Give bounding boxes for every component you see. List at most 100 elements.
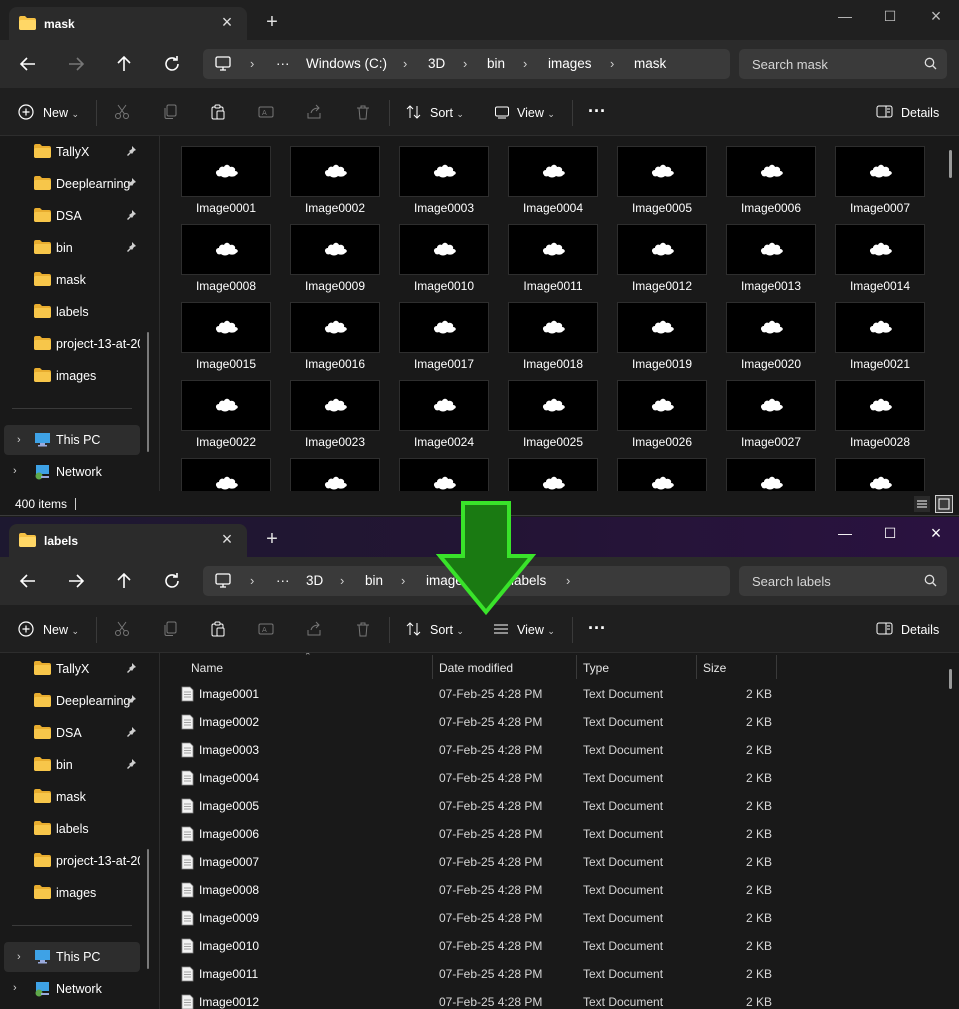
thumbnail-item[interactable] bbox=[398, 448, 490, 491]
breadcrumb-item[interactable]: 3D bbox=[306, 573, 323, 588]
details-pane-icon[interactable] bbox=[876, 621, 893, 639]
sidebar-item-tallyx[interactable]: TallyX bbox=[0, 140, 160, 164]
sidebar-item-deeplearning[interactable]: Deeplearning bbox=[0, 172, 160, 196]
thumbnail-item[interactable]: Image0021 bbox=[834, 292, 926, 371]
view-button[interactable]: View ⌄ bbox=[517, 106, 555, 120]
thumbnail-item[interactable] bbox=[616, 448, 708, 491]
thumbnail-item[interactable]: Image0003 bbox=[398, 136, 490, 215]
thumbnail-item[interactable]: Image0010 bbox=[398, 214, 490, 293]
minimize-icon[interactable]: — bbox=[830, 6, 860, 26]
thumbnail-item[interactable]: Image0026 bbox=[616, 370, 708, 449]
breadcrumb-item[interactable]: bin bbox=[487, 56, 505, 71]
file-row[interactable]: Image0010 07-Feb-25 4:28 PM Text Document 2… bbox=[160, 932, 950, 960]
thumbnail-item[interactable]: Image0013 bbox=[725, 214, 817, 293]
new-tab-button[interactable]: + bbox=[262, 12, 282, 32]
details-button[interactable]: Details bbox=[901, 106, 939, 120]
maximize-icon[interactable]: ☐ bbox=[875, 523, 905, 543]
sidebar-item-tallyx[interactable]: TallyX bbox=[0, 657, 160, 681]
breadcrumb-item[interactable]: Windows (C:) bbox=[306, 56, 387, 71]
search-input[interactable]: Search mask bbox=[739, 49, 947, 79]
paste-icon[interactable] bbox=[210, 104, 226, 123]
large-icons-view-icon[interactable] bbox=[935, 495, 953, 513]
file-row[interactable]: Image0002 07-Feb-25 4:28 PM Text Document 2… bbox=[160, 708, 950, 736]
file-row[interactable]: Image0004 07-Feb-25 4:28 PM Text Document 2… bbox=[160, 764, 950, 792]
sidebar-scrollbar[interactable] bbox=[147, 849, 149, 969]
thumbnail-item[interactable]: Image0004 bbox=[507, 136, 599, 215]
thumbnail-item[interactable]: Image0018 bbox=[507, 292, 599, 371]
back-arrow-icon[interactable] bbox=[16, 569, 40, 593]
sidebar-item-images[interactable]: images bbox=[0, 364, 160, 388]
tab-labels[interactable]: labels × bbox=[9, 524, 247, 558]
cut-icon[interactable] bbox=[114, 621, 130, 640]
copy-icon[interactable] bbox=[162, 104, 178, 123]
thumbnail-item[interactable]: Image0009 bbox=[289, 214, 381, 293]
thumbnail-item[interactable]: Image0007 bbox=[834, 136, 926, 215]
breadcrumb-item[interactable]: bin bbox=[365, 573, 383, 588]
new-plus-icon[interactable] bbox=[18, 104, 34, 123]
sidebar-item-network[interactable]: › Network bbox=[0, 460, 160, 484]
column-divider[interactable] bbox=[696, 655, 697, 679]
thumbnail-item[interactable]: Image0001 bbox=[180, 136, 272, 215]
sidebar-item-mask[interactable]: mask bbox=[0, 268, 160, 292]
column-divider[interactable] bbox=[432, 655, 433, 679]
thumbnail-item[interactable]: Image0015 bbox=[180, 292, 272, 371]
file-row[interactable]: Image0001 07-Feb-25 4:28 PM Text Document 2… bbox=[160, 680, 950, 708]
file-row[interactable]: Image0005 07-Feb-25 4:28 PM Text Document 2… bbox=[160, 792, 950, 820]
sidebar-item-bin[interactable]: bin bbox=[0, 236, 160, 260]
sidebar-item-bin[interactable]: bin bbox=[0, 753, 160, 777]
paste-icon[interactable] bbox=[210, 621, 226, 640]
overflow-ellipsis[interactable]: ··· bbox=[276, 56, 290, 71]
sidebar-item-images[interactable]: images bbox=[0, 881, 160, 905]
more-options-icon[interactable]: ··· bbox=[588, 618, 606, 639]
thumbnail-item[interactable] bbox=[180, 448, 272, 491]
thumbnail-item[interactable]: Image0011 bbox=[507, 214, 599, 293]
thumbnail-item[interactable]: Image0017 bbox=[398, 292, 490, 371]
thumbnail-item[interactable]: Image0020 bbox=[725, 292, 817, 371]
search-input[interactable]: Search labels bbox=[739, 566, 947, 596]
close-window-icon[interactable]: × bbox=[921, 523, 951, 543]
file-row[interactable]: Image0012 07-Feb-25 4:28 PM Text Document 2… bbox=[160, 988, 950, 1009]
sidebar-item-labels[interactable]: labels bbox=[0, 817, 160, 841]
file-row[interactable]: Image0003 07-Feb-25 4:28 PM Text Document 2… bbox=[160, 736, 950, 764]
thumbnail-item[interactable] bbox=[834, 448, 926, 491]
view-button[interactable]: View ⌄ bbox=[517, 623, 555, 637]
thumbnail-item[interactable]: Image0012 bbox=[616, 214, 708, 293]
column-header-date[interactable]: Date modified bbox=[439, 661, 513, 675]
new-button[interactable]: New ⌄ bbox=[43, 106, 79, 120]
breadcrumb-item[interactable]: mask bbox=[634, 56, 666, 71]
thumbnail-item[interactable] bbox=[725, 448, 817, 491]
thumbnail-item[interactable]: Image0025 bbox=[507, 370, 599, 449]
new-plus-icon[interactable] bbox=[18, 621, 34, 640]
sidebar-item-deeplearning[interactable]: Deeplearning bbox=[0, 689, 160, 713]
rename-icon[interactable]: A bbox=[258, 104, 274, 123]
file-row[interactable]: Image0009 07-Feb-25 4:28 PM Text Document 2… bbox=[160, 904, 950, 932]
column-header-size[interactable]: Size bbox=[703, 661, 726, 675]
file-row[interactable]: Image0008 07-Feb-25 4:28 PM Text Document 2… bbox=[160, 876, 950, 904]
thumbnail-item[interactable]: Image0022 bbox=[180, 370, 272, 449]
share-icon[interactable] bbox=[306, 104, 322, 123]
thumbnail-item[interactable]: Image0024 bbox=[398, 370, 490, 449]
share-icon[interactable] bbox=[306, 621, 322, 640]
close-tab-icon[interactable]: × bbox=[217, 12, 237, 32]
new-button[interactable]: New ⌄ bbox=[43, 623, 79, 637]
file-row[interactable]: Image0007 07-Feb-25 4:28 PM Text Document 2… bbox=[160, 848, 950, 876]
thumbnail-item[interactable]: Image0019 bbox=[616, 292, 708, 371]
column-header-name[interactable]: Name bbox=[191, 661, 223, 675]
thumbnail-item[interactable]: Image0023 bbox=[289, 370, 381, 449]
sidebar-item-this-pc[interactable]: › This PC bbox=[4, 425, 140, 455]
refresh-icon[interactable] bbox=[160, 52, 184, 76]
sidebar-item-project-13-at-20[interactable]: project-13-at-20 bbox=[0, 849, 160, 873]
close-window-icon[interactable]: × bbox=[921, 6, 951, 26]
sort-icon[interactable] bbox=[406, 621, 422, 640]
delete-icon[interactable] bbox=[355, 621, 371, 640]
maximize-icon[interactable]: ☐ bbox=[875, 6, 905, 26]
breadcrumb-item[interactable]: 3D bbox=[428, 56, 445, 71]
thumbnail-item[interactable]: Image0028 bbox=[834, 370, 926, 449]
thumbnail-item[interactable]: Image0014 bbox=[834, 214, 926, 293]
thumbnail-item[interactable]: Image0005 bbox=[616, 136, 708, 215]
sidebar-item-labels[interactable]: labels bbox=[0, 300, 160, 324]
thumbnail-item[interactable]: Image0006 bbox=[725, 136, 817, 215]
vertical-scrollbar[interactable] bbox=[949, 150, 952, 178]
sidebar-item-this-pc[interactable]: › This PC bbox=[4, 942, 140, 972]
cut-icon[interactable] bbox=[114, 104, 130, 123]
